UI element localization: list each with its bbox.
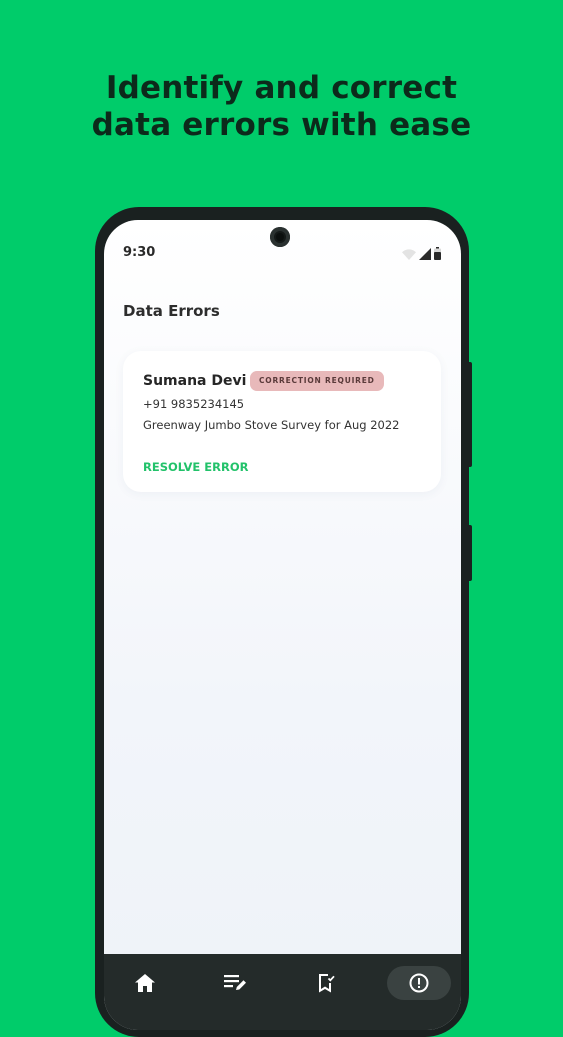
respondent-phone: +91 9835234145 (143, 397, 245, 411)
wifi-icon (402, 249, 416, 260)
headline-line-1: Identify and correct (105, 70, 458, 106)
page-title: Data Errors (123, 302, 220, 320)
edit-list-icon (224, 975, 246, 990)
data-error-card[interactable]: Sumana Devi CORRECTION REQUIRED +91 9835… (123, 351, 441, 492)
promo-headline: Identify and correct data errors with ea… (0, 70, 563, 144)
status-time: 9:30 (123, 245, 156, 260)
nav-data-errors[interactable] (387, 966, 451, 1000)
home-icon (135, 974, 155, 992)
status-icons (402, 247, 441, 260)
bottom-navigation (104, 954, 461, 1030)
battery-icon (434, 247, 441, 260)
app-screen: 9:30 Data Errors Sumana Devi CORRECTION … (104, 220, 461, 1030)
headline-line-2: data errors with ease (91, 107, 472, 143)
bookmark-check-icon (319, 974, 335, 993)
nav-surveys[interactable] (214, 966, 256, 1000)
front-camera (270, 227, 290, 247)
phone-power-button (467, 362, 472, 467)
nav-home[interactable] (124, 966, 166, 1000)
status-badge: CORRECTION REQUIRED (250, 371, 384, 391)
phone-volume-button (467, 525, 472, 581)
respondent-name: Sumana Devi (143, 373, 247, 389)
survey-name: Greenway Jumbo Stove Survey for Aug 2022 (143, 418, 400, 432)
nav-saved[interactable] (305, 966, 347, 1000)
error-alert-icon (409, 973, 429, 993)
resolve-error-button[interactable]: RESOLVE ERROR (143, 460, 248, 474)
signal-icon (419, 248, 431, 260)
